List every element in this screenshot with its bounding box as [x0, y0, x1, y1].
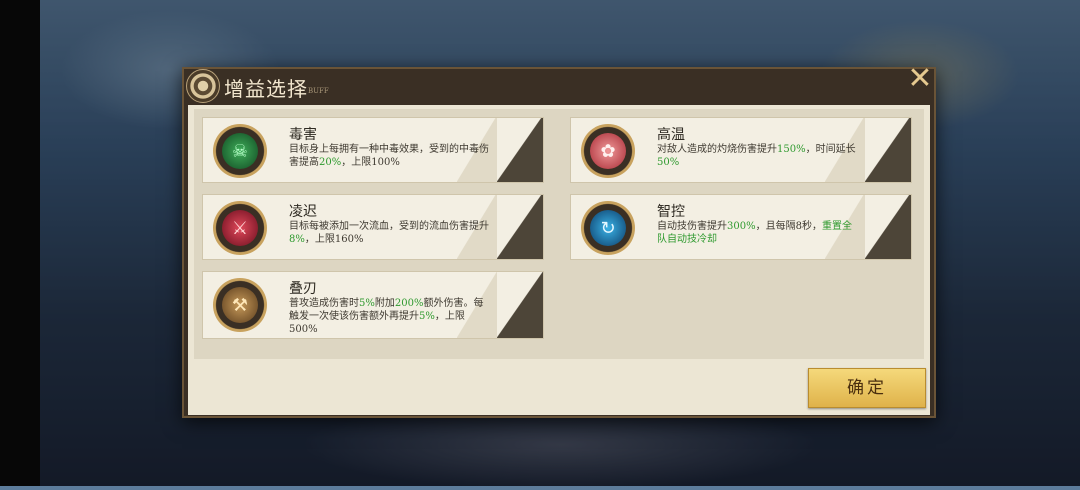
description-text: 附加	[374, 298, 395, 309]
highlight-value: 50%	[657, 157, 680, 168]
description-text: ，且每隔8秒，	[755, 221, 822, 232]
letterbox-left	[0, 0, 40, 486]
description-text: 目标每被添加一次流血，受到的流血伤害提升	[289, 221, 489, 232]
highlight-value: 300%	[727, 221, 756, 232]
highlight-value: 20%	[319, 157, 342, 168]
highlight-value: 150%	[777, 144, 806, 155]
bleed-claw-icon: ⚔	[222, 210, 258, 246]
buff-description: 自动技伤害提升300%，且每隔8秒，重置全队自动技冷却	[657, 220, 857, 246]
close-icon[interactable]: ✕	[906, 64, 934, 94]
card-corner-decoration	[497, 195, 543, 259]
highlight-value: 200%	[394, 298, 424, 309]
description-text: 普攻造成伤害时	[289, 298, 359, 309]
description-text: ，上限100%	[341, 157, 400, 168]
buff-name: 毒害	[289, 127, 317, 143]
buff-card-bleed[interactable]: ⚔ 凌迟 目标每被添加一次流血，受到的流血伤害提升 8%，上限160%	[202, 194, 544, 260]
description-text: 对敌人造成的灼烧伤害提升	[657, 144, 777, 155]
buff-name: 高温	[657, 127, 685, 143]
card-corner-decoration	[497, 272, 543, 338]
high-temperature-icon: ✿	[590, 133, 626, 169]
description-text: ，时间延长	[805, 144, 856, 155]
buff-name: 智控	[657, 204, 685, 220]
highlight-value: 5%	[359, 298, 375, 309]
buff-card-stacked-blades[interactable]: ⚒ 叠刃 普攻造成伤害时5%附加200%额外伤害。每触发一次使该伤害额外再提升5…	[202, 271, 544, 339]
buff-description: 普攻造成伤害时5%附加200%额外伤害。每触发一次使该伤害额外再提升5%，上限5…	[289, 297, 489, 336]
card-corner-decoration	[497, 118, 543, 182]
buff-description: 目标每被添加一次流血，受到的流血伤害提升 8%，上限160%	[289, 220, 489, 246]
buff-card-smart-control[interactable]: ↻ 智控 自动技伤害提升300%，且每隔8秒，重置全队自动技冷却	[570, 194, 912, 260]
stacked-blades-icon: ⚒	[222, 287, 258, 323]
card-corner-decoration	[865, 195, 911, 259]
confirm-button[interactable]: 确定	[808, 368, 926, 408]
buff-name: 凌迟	[289, 204, 317, 220]
dialog-subtitle: BUFF	[308, 87, 329, 95]
highlight-value: 5%	[419, 311, 435, 322]
buff-description: 对敌人造成的灼烧伤害提升150%，时间延长 50%	[657, 143, 857, 169]
buff-card-poison[interactable]: ☠ 毒害 目标身上每拥有一种中毒效果，受到的中毒伤害提高20%，上限100%	[202, 117, 544, 183]
emblem-icon	[186, 69, 220, 103]
dialog-title: 增益选择	[224, 77, 308, 101]
description-text: ，上限160%	[304, 234, 364, 245]
buff-selection-dialog: 增益选择 BUFF ☠ 毒害 目标身上每拥有一种中毒效果，受到的中毒伤害提高20…	[182, 67, 936, 418]
buff-description: 目标身上每拥有一种中毒效果，受到的中毒伤害提高20%，上限100%	[289, 143, 489, 169]
dialog-header: 增益选择 BUFF	[184, 69, 934, 105]
poison-icon: ☠	[222, 133, 258, 169]
highlight-value: 8%	[289, 234, 305, 245]
card-corner-decoration	[865, 118, 911, 182]
description-text: 自动技伤害提升	[657, 221, 727, 232]
buff-card-high-temperature[interactable]: ✿ 高温 对敌人造成的灼烧伤害提升150%，时间延长 50%	[570, 117, 912, 183]
buff-name: 叠刃	[289, 281, 317, 297]
dialog-content: ☠ 毒害 目标身上每拥有一种中毒效果，受到的中毒伤害提高20%，上限100% ⚔…	[188, 105, 930, 415]
smart-control-icon: ↻	[590, 210, 626, 246]
buff-list-area: ☠ 毒害 目标身上每拥有一种中毒效果，受到的中毒伤害提高20%，上限100% ⚔…	[194, 109, 924, 359]
